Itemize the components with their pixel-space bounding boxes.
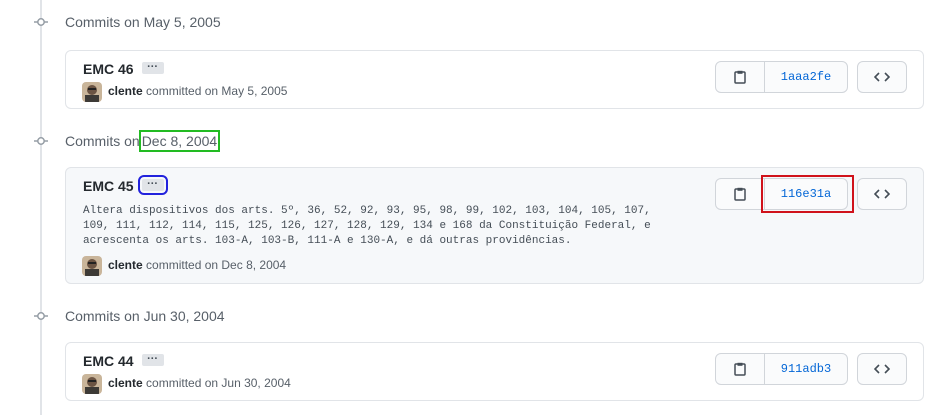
kebab-horizontal-icon: ··· [147,178,159,191]
expand-message-button[interactable]: ··· [141,353,164,367]
commit-title-row: EMC 46 ··· [83,60,164,78]
commit-group-header: Commits on May 5, 2005 [0,10,943,34]
commit-card: EMC 45 ··· Altera dispositivos dos arts. … [65,167,924,284]
timeline-line [40,0,42,415]
group-date: Dec 8, 2004 [138,130,221,152]
copy-sha-button[interactable] [716,354,765,384]
commit-title-link[interactable]: EMC 44 [83,353,134,369]
clippy-icon [734,70,746,84]
commit-message-body: Altera dispositivos dos arts. 5º, 36, 52… [83,205,651,247]
commit-group-header: Commits on Dec 8, 2004 [0,129,943,153]
code-icon [874,189,890,199]
kebab-horizontal-icon: ··· [147,61,159,74]
committed-text: committed on Jun 30, 2004 [146,376,291,390]
commit-card: EMC 44 ··· clente committed on Jun 30, 20… [65,342,924,401]
avatar[interactable] [82,255,102,276]
sha-link[interactable]: 911adb3 [765,354,847,384]
committed-text: committed on Dec 8, 2004 [146,258,287,272]
copy-sha-button[interactable] [716,62,765,92]
group-title: Commits on Jun 30, 2004 [65,307,225,325]
avatar[interactable] [82,81,102,102]
git-commit-icon [34,136,48,146]
sha-link[interactable]: 1aaa2fe [765,62,847,92]
group-date: Jun 30, 2004 [143,308,225,324]
browse-repo-button[interactable] [857,61,907,93]
browse-repo-button[interactable] [857,353,907,385]
author-link[interactable]: clente [108,84,143,98]
committed-text: committed on May 5, 2005 [146,84,288,98]
sha-button-group: 911adb3 [715,353,848,385]
git-commit-icon [34,17,48,27]
commit-title-link[interactable]: EMC 46 [83,61,134,77]
group-title-prefix: Commits on [65,308,140,324]
commit-meta: clente committed on Dec 8, 2004 [82,255,287,276]
code-icon [874,364,890,374]
sha-highlight-box [761,175,854,213]
kebab-horizontal-icon: ··· [147,353,159,366]
author-link[interactable]: clente [108,258,143,272]
code-icon [874,72,890,82]
commit-meta: clente committed on Jun 30, 2004 [82,373,291,394]
avatar[interactable] [82,373,102,394]
clippy-icon [734,362,746,376]
commit-group-header: Commits on Jun 30, 2004 [0,304,943,328]
commit-title-row: EMC 44 ··· [83,352,164,370]
group-title: Commits on Dec 8, 2004 [65,130,221,152]
expand-message-button[interactable]: ··· [137,175,168,196]
browse-repo-button[interactable] [857,178,907,210]
expand-message-button[interactable]: ··· [141,61,164,75]
copy-sha-button[interactable] [716,179,765,209]
group-date: May 5, 2005 [143,14,221,30]
author-link[interactable]: clente [108,376,143,390]
group-title-prefix: Commits on [65,14,140,30]
commit-title-link[interactable]: EMC 45 [83,178,134,194]
group-title: Commits on May 5, 2005 [65,13,221,31]
commit-card: EMC 46 ··· clente committed on May 5, 200… [65,50,924,109]
group-title-prefix: Commits on [65,133,140,149]
clippy-icon [734,187,746,201]
commit-meta: clente committed on May 5, 2005 [82,81,288,102]
git-commit-icon [34,311,48,321]
sha-button-group: 1aaa2fe [715,61,848,93]
commit-title-row: EMC 45 ··· [83,175,168,196]
